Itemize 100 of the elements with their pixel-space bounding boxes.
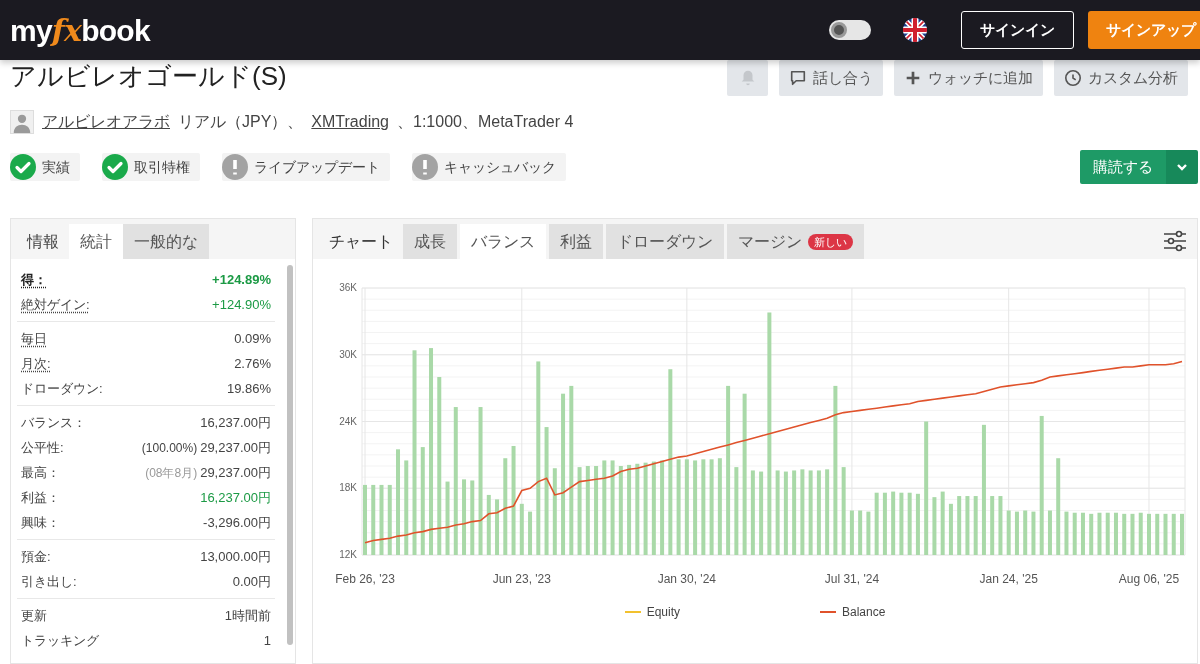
chart-bar [1105,512,1110,555]
stat-label: トラッキング [21,631,99,650]
stat-value: 13,000.00円 [200,547,271,566]
chart-bar [990,496,995,555]
stat-value: 29,237.00円 [200,463,271,482]
stat-label: 得： [21,270,47,289]
chart-tab[interactable]: バランス [460,224,546,259]
chart-bar [932,497,937,555]
stat-value: 19.86% [226,379,271,398]
sliders-icon[interactable] [1163,229,1187,253]
chart-bar [858,510,863,555]
chart-bar [1155,513,1160,555]
myfxbook-logo[interactable]: myfxbook [10,7,150,53]
chart-bar [363,484,367,555]
axis-label: Jan 24, '25 [979,572,1038,586]
stat-label: 最高： [21,463,60,482]
chart-bar [1147,513,1151,555]
chart-tab[interactable]: 成長 [403,224,457,259]
legend-line-icon [624,611,641,613]
chart-bar [1180,513,1184,555]
chart-bar [1097,512,1102,555]
stat-note: (08年8月) [145,464,198,482]
stat-label: バランス： [21,413,86,432]
stat-label: 引き出し: [21,572,77,591]
chart-bar [899,492,904,555]
panel-heading: 情報 [25,232,60,252]
chart-bar [519,503,524,555]
stat-label: 更新 [21,606,47,625]
chart-bar [866,511,871,555]
stat-value: 29,237.00円 [200,438,271,457]
badge-label: キャッシュバック [444,157,556,177]
stats-tab[interactable]: 統計 [69,224,123,259]
chart-bar [528,511,533,555]
axis-label: Aug 06, '25 [1118,572,1180,586]
stat-value: 0.09% [234,329,271,348]
chart-bar [1072,512,1077,555]
chart-bar [371,484,376,555]
plus-icon [904,69,922,87]
chart-bar [1023,510,1028,555]
badge-label: 取引特権 [134,157,190,177]
uk-flag-icon[interactable] [903,18,927,42]
new-badge: 新しい [808,233,853,250]
axis-label: 12K [339,549,357,560]
stat-label: 利益： [21,488,60,507]
chart-bar [1138,512,1143,555]
owner-link[interactable]: XMTrading [311,110,389,134]
theme-toggle[interactable] [829,20,871,40]
chart-bar [1089,513,1094,555]
stat-value: -3,296.00円 [203,513,271,532]
stat-label: 興味： [21,513,60,532]
chart-bar [874,492,879,555]
stat-label: 公平性: [21,438,64,457]
stat-value: 16,237.00円 [200,488,271,507]
account-info: リアル（JPY）、 [178,112,304,132]
chart-bar [891,491,896,555]
scrollbar[interactable] [287,265,293,645]
subscribe-button[interactable]: 購読する [1080,150,1166,184]
action-button[interactable]: カスタム分析 [1054,60,1188,96]
chart-tab[interactable]: マージン 新しい [727,224,864,259]
stat-value: 2.76% [234,354,271,373]
sign-in-button[interactable]: サインイン [961,11,1074,49]
chart-bar [486,494,491,555]
chart-tab[interactable]: ドローダウン [606,224,724,259]
legend-line-icon [820,611,836,613]
stats-tab[interactable]: 一般的な [123,224,209,259]
stat-note: (100.00%) [141,439,198,457]
chart-tab[interactable]: 利益 [549,224,603,259]
page-title: アルビレオゴールド(S) [10,60,287,92]
action-button[interactable]: 話し合う [779,60,883,96]
stat-value: 16,237.00円 [200,413,271,432]
chart-bar [849,510,854,555]
legend-label: Equity [646,604,680,621]
stat-value: +124.89% [212,270,271,289]
chart-bar [915,493,920,555]
stat-value: +124.90% [212,295,271,314]
chart-bar [882,492,887,555]
chart-bar [1080,512,1085,555]
chart-bar [998,496,1003,555]
chart-bar [1114,512,1118,555]
stat-label: 毎日 [21,329,47,348]
stat-label: 預金: [21,547,51,566]
action-button[interactable]: ウォッチに追加 [894,60,1043,96]
owner-link[interactable]: アルビレオアラボ [42,110,170,134]
chevron-down-icon [1176,161,1188,173]
stat-value: 1時間前 [224,606,271,625]
chart-bar [1047,510,1052,555]
badge-label: 実績 [42,157,70,177]
account-info: 、1:1000、MetaTrader 4 [397,112,574,132]
chart-bar [1130,513,1135,555]
stat-value: 0.00円 [232,572,271,591]
stat-value: 1 [263,631,271,650]
chart-bar [1031,511,1036,555]
chart-bar [957,496,962,555]
dropdown-button[interactable] [1166,150,1198,184]
chart-bar [973,496,978,555]
chart-bar [940,491,945,555]
axis-label: 30K [339,348,357,360]
axis-label: Jun 23, '23 [492,572,551,586]
stat-label: 絶対ゲイン: [21,295,90,314]
chat-icon [789,69,807,87]
